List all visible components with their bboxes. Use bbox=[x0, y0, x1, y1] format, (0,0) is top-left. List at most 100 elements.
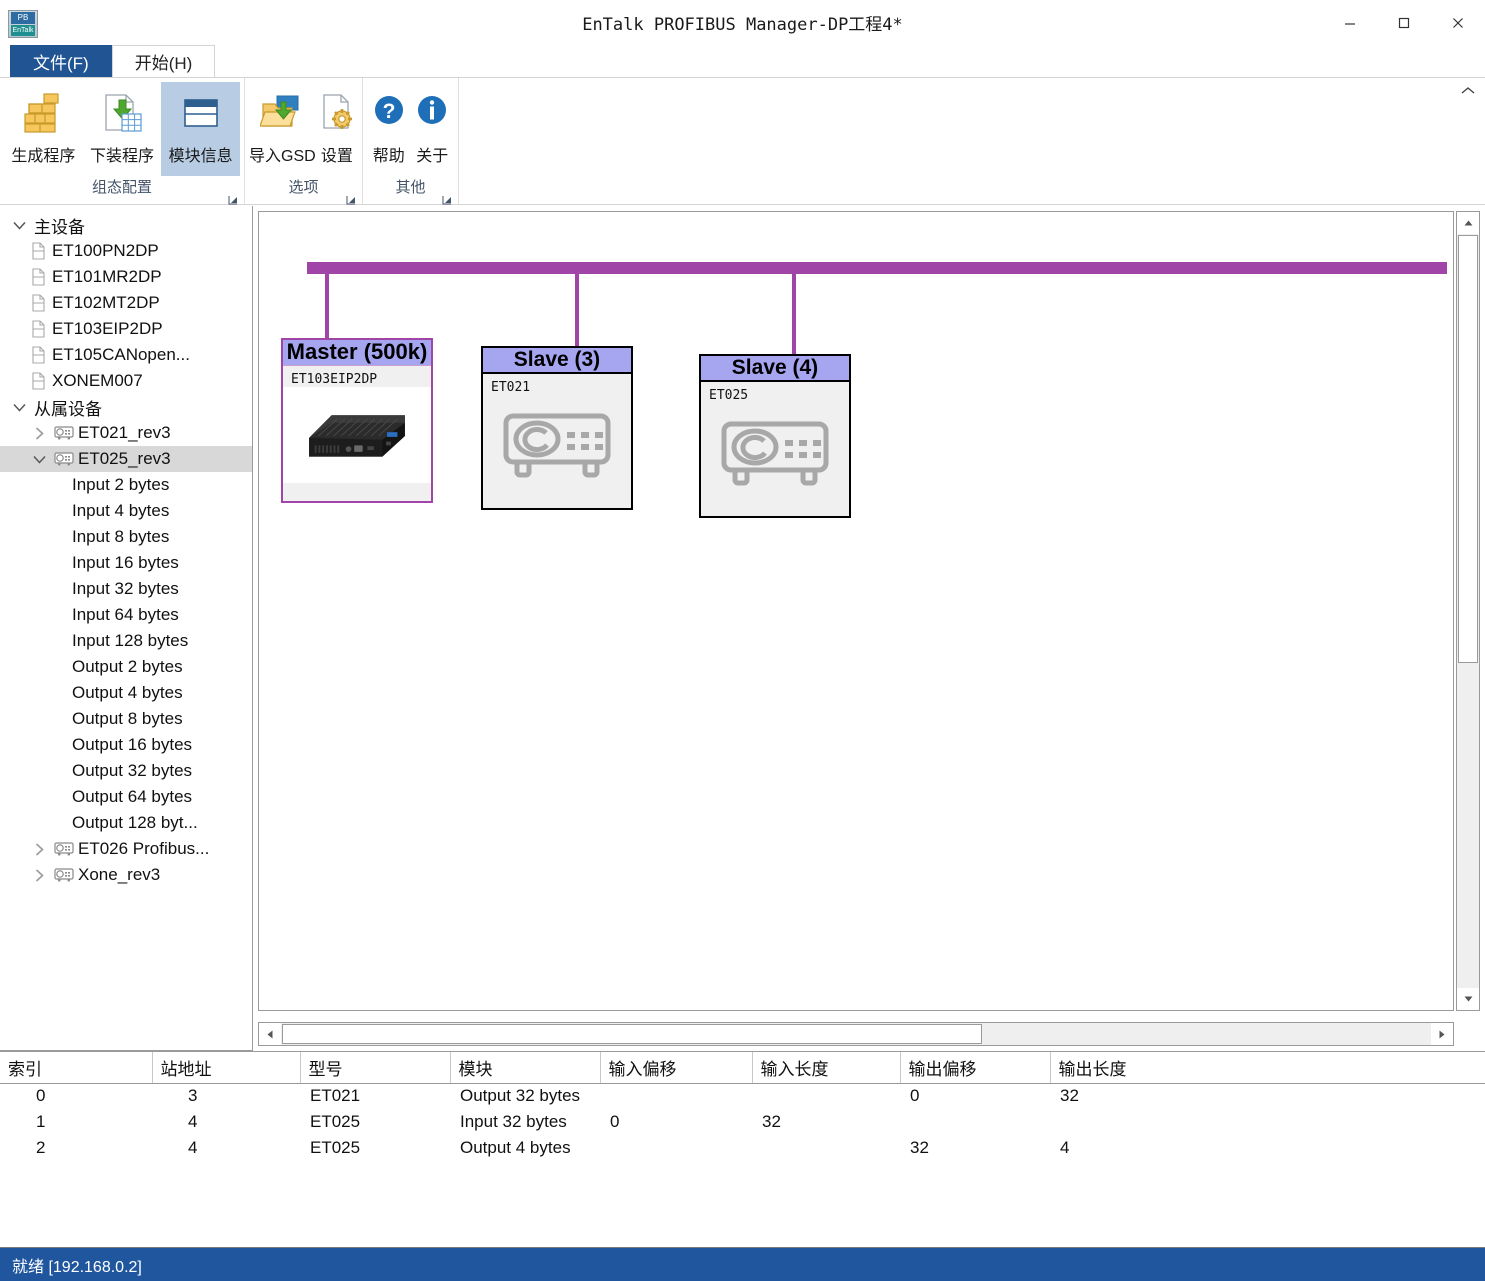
tree-item[interactable]: Input 32 bytes bbox=[0, 576, 252, 602]
table-column-header[interactable]: 输出长度 bbox=[1050, 1052, 1485, 1084]
table-row[interactable]: 2 4 ET025 Output 4 bytes 32 4 bbox=[0, 1135, 1485, 1161]
tree-item[interactable]: Output 128 byt... bbox=[0, 810, 252, 836]
minimize-button[interactable] bbox=[1323, 0, 1377, 45]
tree-item-label: Input 2 bytes bbox=[72, 475, 170, 494]
tree-item-label: Output 32 bytes bbox=[72, 761, 193, 780]
device-node-slave-3[interactable]: Slave (3) ET021 bbox=[481, 346, 633, 510]
document-icon bbox=[26, 294, 50, 312]
import-gsd-button[interactable]: 导入GSD bbox=[249, 82, 316, 176]
tree-item[interactable]: ET026 Profibus... bbox=[0, 836, 252, 862]
scroll-down-icon[interactable] bbox=[1457, 988, 1479, 1010]
canvas-horizontal-scrollbar[interactable] bbox=[258, 1022, 1454, 1046]
ribbon-collapse-icon[interactable] bbox=[1461, 84, 1475, 99]
table-row[interactable]: 0 3 ET021 Output 32 bytes 0 32 bbox=[0, 1083, 1485, 1109]
help-button[interactable]: ? 帮助 bbox=[367, 82, 411, 176]
dialog-launcher-icon[interactable] bbox=[346, 189, 356, 205]
table-cell bbox=[900, 1109, 1050, 1135]
canvas-vertical-scrollbar[interactable] bbox=[1456, 211, 1480, 1011]
table-column-header[interactable]: 输出偏移 bbox=[900, 1052, 1051, 1084]
window-title: EnTalk PROFIBUS Manager-DP工程4* bbox=[582, 15, 903, 35]
tree-item[interactable]: ET103EIP2DP bbox=[0, 316, 252, 342]
table-column-header[interactable]: 站地址 bbox=[152, 1052, 301, 1084]
horizontal-scroll-thumb[interactable] bbox=[282, 1024, 982, 1044]
chevron-right-icon[interactable] bbox=[26, 426, 52, 440]
tab-home[interactable]: 开始(H) bbox=[111, 45, 216, 77]
table-cell: ET021 bbox=[310, 1086, 361, 1106]
table-cell: 32 bbox=[910, 1138, 929, 1157]
dialog-launcher-icon[interactable] bbox=[228, 189, 238, 205]
table-column-header[interactable]: 型号 bbox=[300, 1052, 451, 1084]
device-icon bbox=[52, 425, 76, 441]
ribbon-tab-strip: 文件(F) 开始(H) bbox=[0, 45, 1485, 77]
scroll-up-icon[interactable] bbox=[1457, 212, 1479, 234]
tree-item-label: Xone_rev3 bbox=[78, 865, 161, 884]
device-node-slave-4[interactable]: Slave (4) ET025 bbox=[699, 354, 851, 518]
table-column-header[interactable]: 输入偏移 bbox=[600, 1052, 753, 1084]
scroll-left-icon[interactable] bbox=[259, 1023, 281, 1045]
vertical-scroll-thumb[interactable] bbox=[1458, 235, 1478, 663]
module-table-pane[interactable]: 索引 站地址 型号 模块 输入偏移 输入长度 输出偏移 输出长度 0 3 ET021 Output … bbox=[0, 1051, 1485, 1247]
table-cell: ET025 bbox=[310, 1138, 361, 1157]
tree-item[interactable]: ET025_rev3 bbox=[0, 446, 252, 472]
svg-text:?: ? bbox=[382, 100, 395, 123]
tree-item[interactable]: Input 64 bytes bbox=[0, 602, 252, 628]
tree-item[interactable]: Input 16 bytes bbox=[0, 550, 252, 576]
tab-file[interactable]: 文件(F) bbox=[10, 45, 112, 77]
tree-item[interactable]: Output 64 bytes bbox=[0, 784, 252, 810]
topology-canvas[interactable]: Master (500k) ET103EIP2DP Slave (3) ET02… bbox=[258, 211, 1454, 1011]
about-button[interactable]: 关于 bbox=[411, 82, 455, 176]
chevron-right-icon[interactable] bbox=[26, 868, 52, 882]
close-button[interactable] bbox=[1431, 0, 1485, 45]
module-info-button[interactable]: 模块信息 bbox=[161, 82, 241, 176]
module-table: 索引 站地址 型号 模块 输入偏移 输入长度 输出偏移 输出长度 0 3 ET021 Output … bbox=[0, 1052, 1485, 1161]
scroll-right-icon[interactable] bbox=[1431, 1023, 1453, 1045]
device-node-model: ET025 bbox=[709, 388, 749, 403]
tree-item[interactable]: Output 4 bytes bbox=[0, 680, 252, 706]
table-column-header[interactable]: 模块 bbox=[450, 1052, 601, 1084]
tree-item[interactable]: Output 2 bytes bbox=[0, 654, 252, 680]
tree-item[interactable]: ET105CANopen... bbox=[0, 342, 252, 368]
tree-item[interactable]: Input 128 bytes bbox=[0, 628, 252, 654]
tree-item[interactable]: ET101MR2DP bbox=[0, 264, 252, 290]
table-column-header[interactable]: 输入长度 bbox=[752, 1052, 901, 1084]
generate-program-button[interactable]: 生成程序 bbox=[4, 82, 83, 176]
topology-canvas-pane: Master (500k) ET103EIP2DP Slave (3) ET02… bbox=[253, 206, 1485, 1051]
chevron-right-icon[interactable] bbox=[26, 842, 52, 856]
document-icon bbox=[26, 372, 50, 390]
bus-drop-line-slave4 bbox=[792, 274, 796, 354]
device-node-model: ET021 bbox=[491, 380, 531, 395]
device-tree-pane[interactable]: 主设备 ET100PN2DP ET101MR2DP ET102MT2DP ET103EI… bbox=[0, 206, 253, 1051]
tree-item[interactable]: Xone_rev3 bbox=[0, 862, 252, 888]
settings-button[interactable]: 设置 bbox=[316, 82, 358, 176]
tree-item[interactable]: ET102MT2DP bbox=[0, 290, 252, 316]
table-cell: 4 bbox=[1060, 1138, 1070, 1157]
tree-item-label: Input 32 bytes bbox=[72, 579, 179, 598]
device-node-title: Slave (3) bbox=[483, 348, 631, 374]
table-row[interactable]: 1 4 ET025 Input 32 bytes 0 32 bbox=[0, 1109, 1485, 1135]
tree-item[interactable]: 从属设备 bbox=[0, 394, 252, 420]
tree-item[interactable]: ET100PN2DP bbox=[0, 238, 252, 264]
chevron-down-icon[interactable] bbox=[26, 455, 52, 464]
tree-item[interactable]: ET021_rev3 bbox=[0, 420, 252, 446]
generate-program-label: 生成程序 bbox=[11, 148, 76, 165]
tree-item[interactable]: Output 16 bytes bbox=[0, 732, 252, 758]
dialog-launcher-icon[interactable] bbox=[442, 189, 452, 205]
tree-item[interactable]: Input 8 bytes bbox=[0, 524, 252, 550]
tree-item[interactable]: 主设备 bbox=[0, 212, 252, 238]
tree-item[interactable]: XONEM007 bbox=[0, 368, 252, 394]
table-cell: 0 bbox=[36, 1086, 46, 1106]
chevron-down-icon[interactable] bbox=[6, 221, 32, 230]
device-node-image bbox=[483, 395, 631, 495]
download-program-button[interactable]: 下装程序 bbox=[83, 82, 162, 176]
table-column-header[interactable]: 索引 bbox=[0, 1052, 153, 1084]
tree-item[interactable]: Output 32 bytes bbox=[0, 758, 252, 784]
tree-item[interactable]: Input 2 bytes bbox=[0, 472, 252, 498]
maximize-button[interactable] bbox=[1377, 0, 1431, 45]
chevron-down-icon[interactable] bbox=[6, 403, 32, 412]
tree-item-label: Output 8 bytes bbox=[72, 709, 183, 728]
tree-item-label: ET025_rev3 bbox=[78, 449, 171, 468]
table-cell bbox=[1050, 1109, 1485, 1135]
tree-item[interactable]: Input 4 bytes bbox=[0, 498, 252, 524]
tree-item[interactable]: Output 8 bytes bbox=[0, 706, 252, 732]
device-node-master[interactable]: Master (500k) ET103EIP2DP bbox=[281, 338, 433, 503]
